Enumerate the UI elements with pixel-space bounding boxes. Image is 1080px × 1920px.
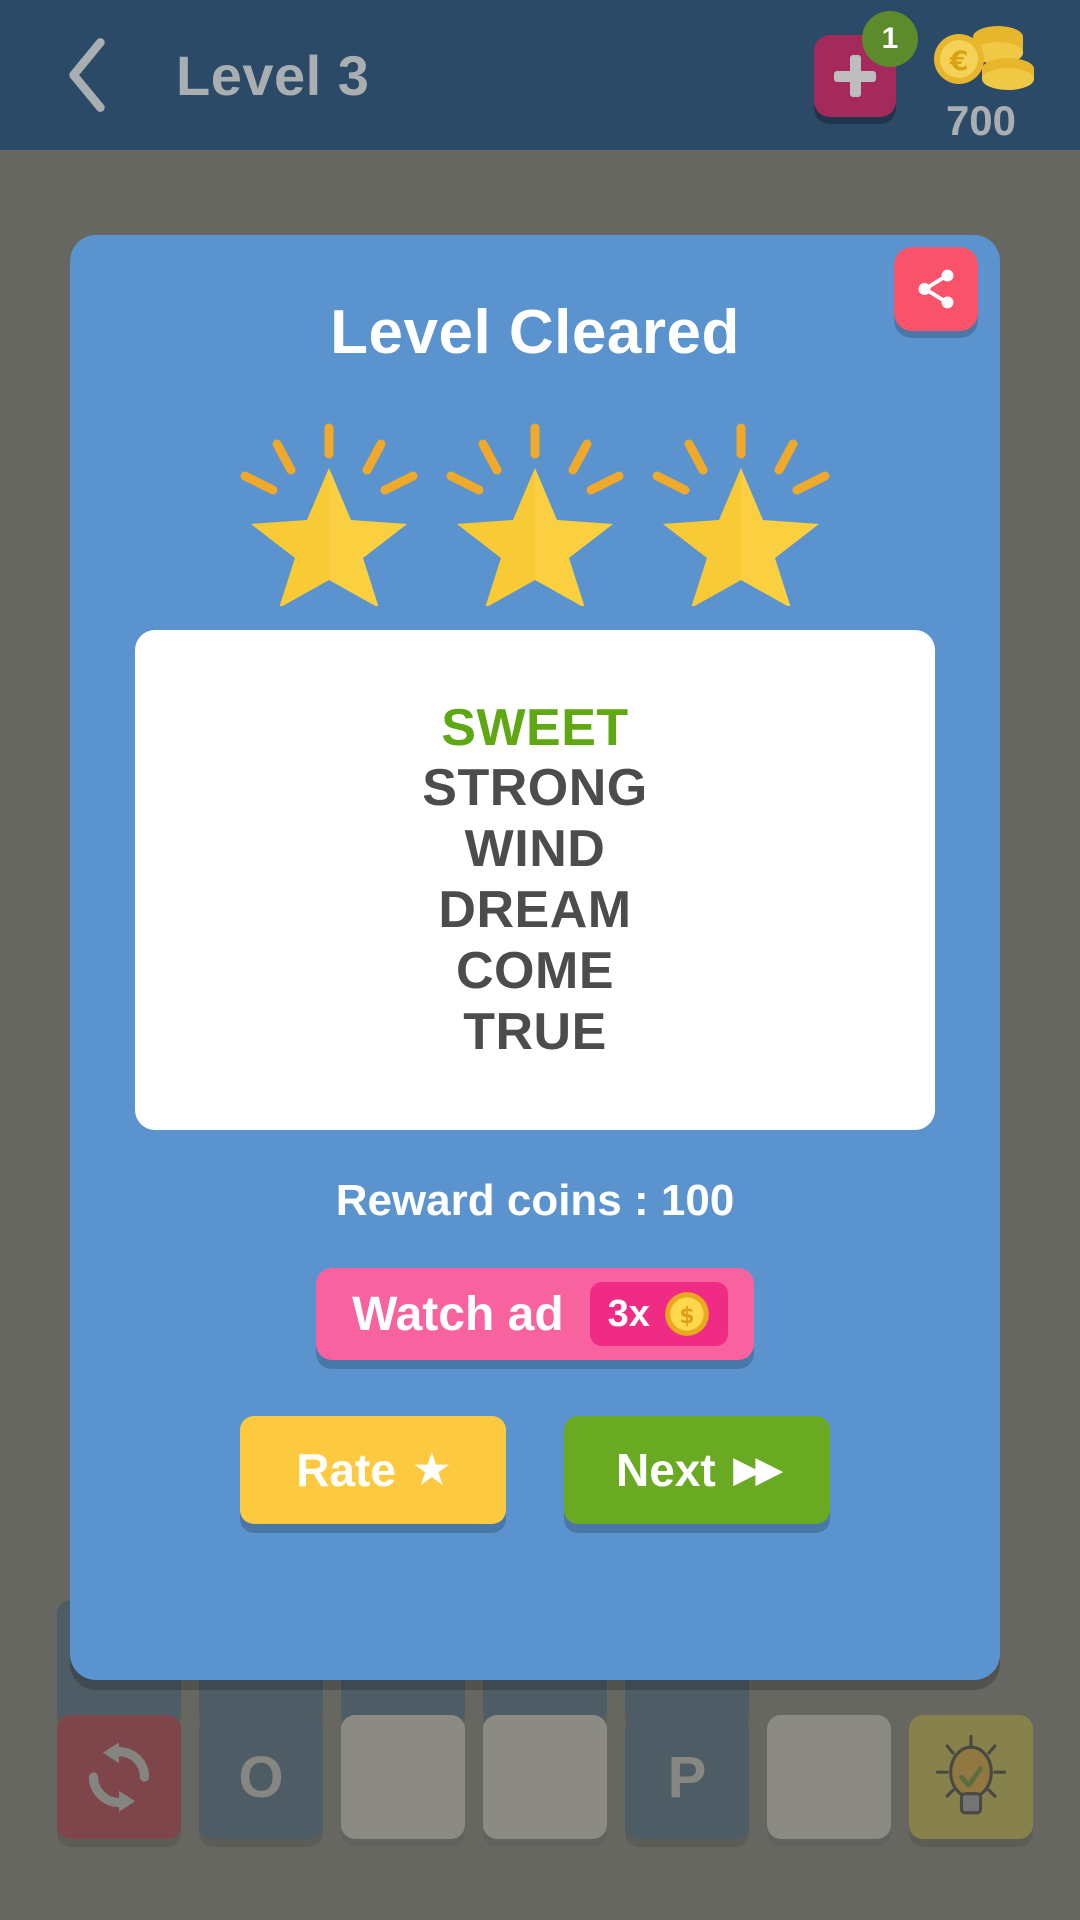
status-badge: 1 <box>862 11 918 67</box>
chevron-left-icon <box>69 38 105 112</box>
watch-ad-button[interactable]: Watch ad 3x $ <box>316 1268 754 1360</box>
gold-coin-icon: $ <box>665 1292 709 1336</box>
star-icon <box>446 423 624 606</box>
app-header: Level 3 1 € 700 <box>0 0 1080 150</box>
watch-ad-label: Watch ad <box>352 1287 564 1341</box>
watch-ad-row: Watch ad 3x $ <box>70 1268 1000 1360</box>
solved-words-panel: SWEET STRONG WIND DREAM COME TRUE <box>135 630 935 1130</box>
share-icon <box>918 269 954 309</box>
coin-amount: 700 <box>945 97 1017 144</box>
word-item: DREAM <box>438 881 632 939</box>
star-icon <box>240 423 418 606</box>
multiplier-badge: 3x $ <box>589 1282 728 1346</box>
page-title: Level 3 <box>176 43 370 107</box>
back-button[interactable] <box>32 20 142 130</box>
word-item: SWEET <box>441 698 629 757</box>
word-item: COME <box>456 941 614 1000</box>
reward-text: Reward coins : 100 <box>335 1176 735 1225</box>
rate-button-label: Rate <box>296 1444 396 1496</box>
coin-balance[interactable]: € 700 <box>926 19 1036 145</box>
header-actions: 1 € 700 <box>814 5 1080 145</box>
add-coins-button[interactable]: 1 <box>814 11 918 117</box>
svg-text:€: € <box>949 46 969 77</box>
level-cleared-dialog: Level Cleared SWEET STRONG WIND DREAM CO… <box>70 235 1000 1680</box>
fast-forward-icon: ▶▶ <box>733 1451 782 1489</box>
game-screen: O P <box>0 0 1080 1920</box>
next-button[interactable]: Next ▶▶ <box>564 1416 830 1524</box>
svg-text:$: $ <box>679 1304 694 1329</box>
plus-icon <box>834 55 876 97</box>
star-icon <box>652 423 830 606</box>
dialog-action-row: Rate ★ Next ▶▶ <box>70 1416 1000 1524</box>
share-button[interactable] <box>894 247 978 331</box>
dialog-title: Level Cleared <box>330 298 740 367</box>
multiplier-label: 3x <box>607 1292 650 1335</box>
rate-button[interactable]: Rate ★ <box>240 1416 506 1524</box>
coin-stack-icon: € <box>934 26 1034 90</box>
word-item: STRONG <box>422 759 648 818</box>
word-item: TRUE <box>463 1002 607 1061</box>
star-icon: ★ <box>413 1448 450 1492</box>
next-button-label: Next <box>615 1444 716 1496</box>
word-item: WIND <box>464 820 606 879</box>
star-rating <box>70 416 1000 606</box>
